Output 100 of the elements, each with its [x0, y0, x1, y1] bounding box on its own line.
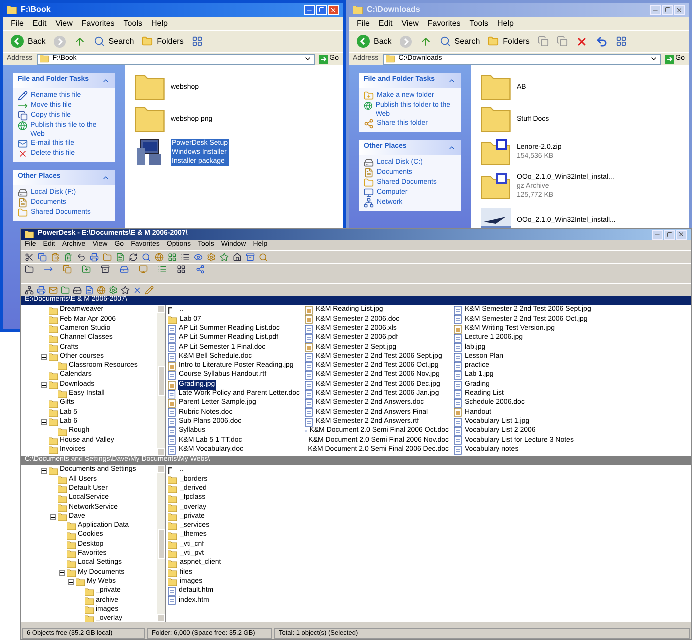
search-icon: [94, 36, 105, 47]
folder-icon: [40, 55, 49, 63]
maximize-icon: [666, 232, 672, 238]
folder-icon: [142, 36, 154, 47]
folder-icon: [481, 75, 511, 100]
zipped-folder-icon: [481, 138, 511, 166]
toolbar-icon[interactable]: [194, 252, 203, 262]
up-folder-icon[interactable]: [420, 36, 432, 48]
folder-icon: [488, 36, 500, 47]
folder-icon: [168, 316, 177, 324]
close-icon: [676, 6, 683, 14]
dropdown-icon[interactable]: [304, 55, 312, 63]
expander-icon[interactable]: [41, 354, 47, 360]
toolbar-icon[interactable]: [129, 252, 138, 262]
menu-item[interactable]: View: [56, 18, 73, 30]
folder-icon: [135, 106, 165, 132]
move-icon: [18, 101, 28, 111]
toolbar-icon[interactable]: [177, 265, 186, 274]
toolbar-icon[interactable]: [101, 265, 110, 274]
toolbar-icon[interactable]: [196, 265, 205, 274]
folder-icon: [18, 208, 28, 218]
search-button[interactable]: Search: [94, 36, 134, 48]
views-icon[interactable]: [616, 36, 627, 47]
toolbar-icon[interactable]: [25, 252, 34, 262]
expander-icon[interactable]: [41, 419, 47, 426]
maximize-button[interactable]: [664, 230, 675, 240]
toolbar-icon[interactable]: [38, 252, 47, 262]
toolbar-icon[interactable]: [37, 286, 46, 294]
expander-icon[interactable]: [50, 514, 56, 520]
folder-icon: [364, 178, 374, 188]
search-icon: [440, 36, 451, 47]
folder-icon: [135, 75, 165, 100]
maximize-icon: [664, 7, 670, 13]
folders-button[interactable]: Folders: [142, 36, 184, 48]
scrollbar[interactable]: [157, 305, 165, 456]
computer-icon: [364, 188, 374, 198]
image-file-icon: [454, 324, 462, 334]
folder-icon: [386, 55, 395, 63]
toolbar-icon[interactable]: [246, 252, 255, 262]
delete-icon: [18, 149, 28, 159]
window-title: C:\Downloads: [367, 4, 422, 16]
copy-to-icon[interactable]: [556, 36, 568, 47]
maximize-icon: [318, 7, 324, 13]
archive-folder-icon: [481, 172, 511, 200]
image-file-icon: [454, 408, 462, 418]
toolbar-icon[interactable]: [85, 286, 94, 294]
toolbar-icon[interactable]: [121, 286, 130, 294]
menu-item[interactable]: Favorites: [82, 18, 115, 30]
back-button[interactable]: Back: [357, 35, 392, 48]
toolbar-icon[interactable]: [133, 286, 142, 294]
menu-item[interactable]: Tools: [470, 18, 488, 30]
close-icon: [330, 6, 337, 14]
menu-item[interactable]: Help: [497, 18, 514, 30]
folder-icon: [7, 6, 17, 14]
maximize-button[interactable]: [662, 5, 673, 15]
image-file-icon: [305, 343, 313, 352]
window-title: F:\Book: [21, 4, 52, 16]
toolbar-icon[interactable]: [120, 265, 129, 274]
delete-icon[interactable]: [576, 36, 588, 48]
toolbar-icon[interactable]: [77, 252, 86, 262]
copy-icon: [18, 111, 28, 121]
scrollbar[interactable]: [157, 465, 165, 622]
toolbar-icon[interactable]: [181, 252, 190, 262]
folders-button[interactable]: Folders: [488, 36, 530, 48]
toolbar-icon[interactable]: [90, 252, 99, 262]
move-to-icon[interactable]: [538, 36, 549, 47]
toolbar-icon[interactable]: [73, 286, 82, 294]
expander-icon[interactable]: [41, 382, 47, 388]
menu-item[interactable]: Edit: [378, 18, 393, 30]
network-icon: [364, 198, 374, 208]
globe-icon: [364, 101, 373, 111]
menu-item[interactable]: File: [357, 18, 370, 30]
toolbar-icon[interactable]: [25, 265, 34, 274]
toolbar-icon[interactable]: [233, 252, 242, 262]
menu-item[interactable]: View: [402, 18, 419, 30]
menu-item[interactable]: Edit: [32, 18, 47, 30]
dropdown-icon[interactable]: [650, 55, 658, 63]
search-button[interactable]: Search: [440, 36, 480, 48]
mail-icon: [18, 139, 28, 149]
share-icon: [364, 119, 374, 129]
folder-icon: [25, 230, 34, 238]
expander-icon[interactable]: [41, 468, 47, 474]
toolbar-icon[interactable]: [44, 265, 53, 274]
close-button[interactable]: [674, 5, 685, 15]
back-button[interactable]: Back: [11, 35, 46, 48]
folder-icon: [481, 106, 511, 132]
undo-icon[interactable]: [596, 36, 608, 48]
menu-item[interactable]: Favorites: [428, 18, 461, 30]
menu-item[interactable]: File: [11, 18, 24, 30]
menu-item[interactable]: Help: [151, 18, 168, 30]
close-icon: [678, 231, 685, 238]
views-icon[interactable]: [192, 36, 203, 47]
globe-icon: [18, 121, 28, 131]
toolbar-icon[interactable]: [142, 252, 151, 262]
up-folder-icon[interactable]: [74, 36, 86, 48]
close-button[interactable]: [676, 230, 687, 240]
menu-item[interactable]: Tools: [124, 18, 142, 30]
toolbar-icon[interactable]: [25, 286, 34, 294]
pencil-icon: [18, 91, 28, 101]
minimize-icon: [654, 231, 661, 238]
